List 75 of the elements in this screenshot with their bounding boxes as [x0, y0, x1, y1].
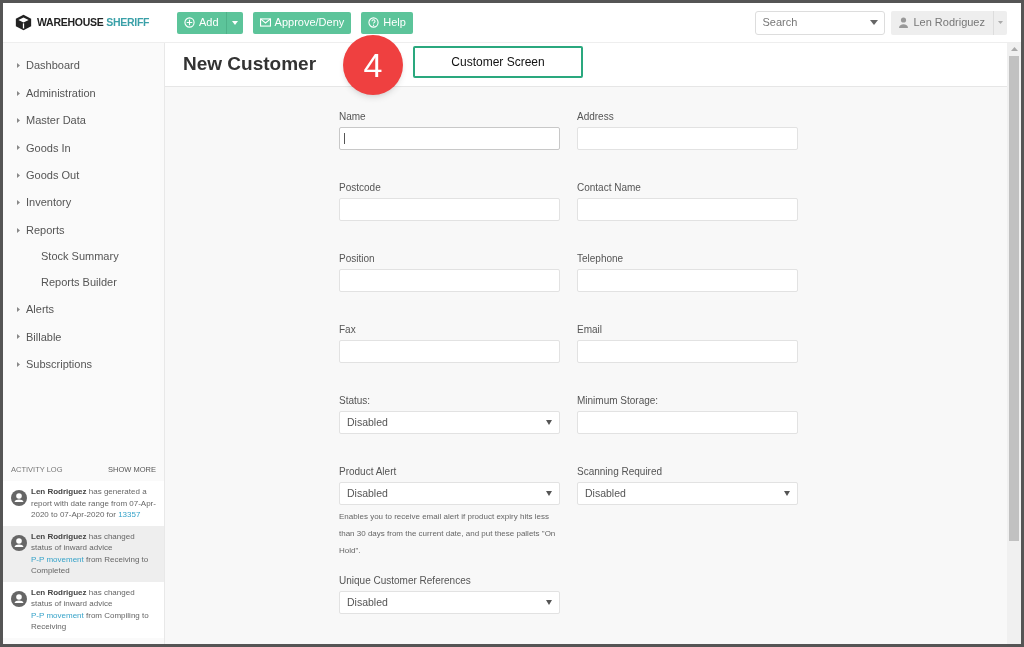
field-label: Unique Customer References [339, 574, 472, 587]
field-label: Status: [339, 394, 372, 407]
input-field[interactable] [577, 340, 798, 363]
select-dropdown[interactable]: Disabled [339, 591, 560, 614]
cube-logo-icon [15, 14, 32, 31]
search-dropdown[interactable]: Search [755, 10, 886, 35]
scrollbar[interactable] [1007, 43, 1021, 644]
page-title: New Customer [183, 52, 317, 77]
input-field[interactable] [577, 411, 798, 434]
triangle-right-icon [17, 361, 20, 367]
envelope-icon [259, 18, 271, 27]
triangle-right-icon [17, 172, 20, 178]
triangle-right-icon [17, 200, 20, 206]
input-field[interactable] [339, 269, 560, 292]
sidebar-item[interactable]: Dashboard [3, 52, 164, 80]
field-label: Product Alert [339, 465, 398, 478]
field-label: Scanning Required [577, 465, 664, 478]
activity-text: Len Rodriguez has generated a report with date range from 07-Apr-2020 to 07-Apr-2020 for 13357 [31, 486, 156, 521]
field-label: Postcode [339, 181, 382, 194]
callout-label: Customer Screen [413, 46, 583, 78]
help-text: Enables you to receive email alert if product expiry hits less than 30 days from the current date, and put these pallets "On Hold". [339, 511, 557, 557]
field-label: Fax [339, 323, 357, 336]
sidebar-subitem[interactable]: Stock Summary [3, 243, 164, 270]
text-cursor [344, 133, 345, 144]
field-label: Position [339, 252, 376, 265]
input-field[interactable] [339, 198, 560, 221]
caret-icon [231, 20, 238, 25]
triangle-right-icon [17, 145, 20, 151]
field-label: Minimum Storage: [577, 394, 660, 407]
triangle-right-icon [17, 90, 20, 96]
input-field[interactable] [339, 340, 560, 363]
sidebar-item[interactable]: Subscriptions [3, 350, 164, 378]
triangle-right-icon [17, 227, 20, 233]
field-label: Name [339, 110, 367, 123]
caret-icon [784, 491, 790, 496]
user-menu-button[interactable]: Len Rodriguez [891, 10, 1007, 35]
sidebar-subitem[interactable]: Reports Builder [3, 269, 164, 296]
caret-icon [546, 491, 552, 496]
sidebar-item[interactable]: Goods In [3, 134, 164, 162]
select-dropdown[interactable]: Disabled [339, 411, 560, 434]
sidebar-item[interactable]: Administration [3, 79, 164, 107]
select-dropdown[interactable]: Disabled [577, 482, 798, 505]
select-dropdown[interactable]: Disabled [339, 482, 560, 505]
sidebar-item[interactable]: Master Data [3, 106, 164, 135]
input-field[interactable] [577, 198, 798, 221]
input-field[interactable] [577, 127, 798, 150]
field-label: Telephone [577, 252, 625, 265]
sidebar-item[interactable]: Billable [3, 323, 164, 351]
plus-circle-icon [184, 17, 195, 28]
triangle-right-icon [17, 306, 20, 312]
caret-icon [998, 21, 1003, 24]
field-label: Contact Name [577, 181, 642, 194]
avatar-icon [11, 590, 27, 607]
sidebar-item[interactable]: Inventory [3, 188, 164, 217]
caret-icon [546, 600, 552, 605]
caret-icon [870, 20, 879, 25]
field-label: Email [577, 323, 603, 336]
input-field[interactable] [577, 269, 798, 292]
activity-text: Len Rodriguez has changed status of inward advice P-P movement from Receiving to Completed [31, 530, 150, 577]
triangle-right-icon [17, 334, 20, 340]
triangle-right-icon [17, 117, 20, 123]
field-label: Address [577, 110, 615, 123]
sidebar-item[interactable]: Reports [3, 216, 164, 244]
input-field[interactable] [339, 127, 560, 150]
user-icon [899, 17, 909, 28]
scroll-up-arrow-icon[interactable] [1010, 47, 1018, 51]
caret-icon [546, 420, 552, 425]
activity-text: Len Rodriguez has changed status of inward advice P-P movement from Compiling to Receiving [31, 586, 150, 633]
avatar-icon [11, 490, 27, 507]
triangle-right-icon [17, 63, 20, 69]
brand-name: WAREHOUSE SHERIFF [37, 14, 150, 30]
sidebar-item[interactable]: Goods Out [3, 161, 164, 189]
help-icon [368, 17, 380, 28]
avatar-icon [11, 534, 27, 551]
sidebar-item[interactable]: Alerts [3, 295, 164, 324]
